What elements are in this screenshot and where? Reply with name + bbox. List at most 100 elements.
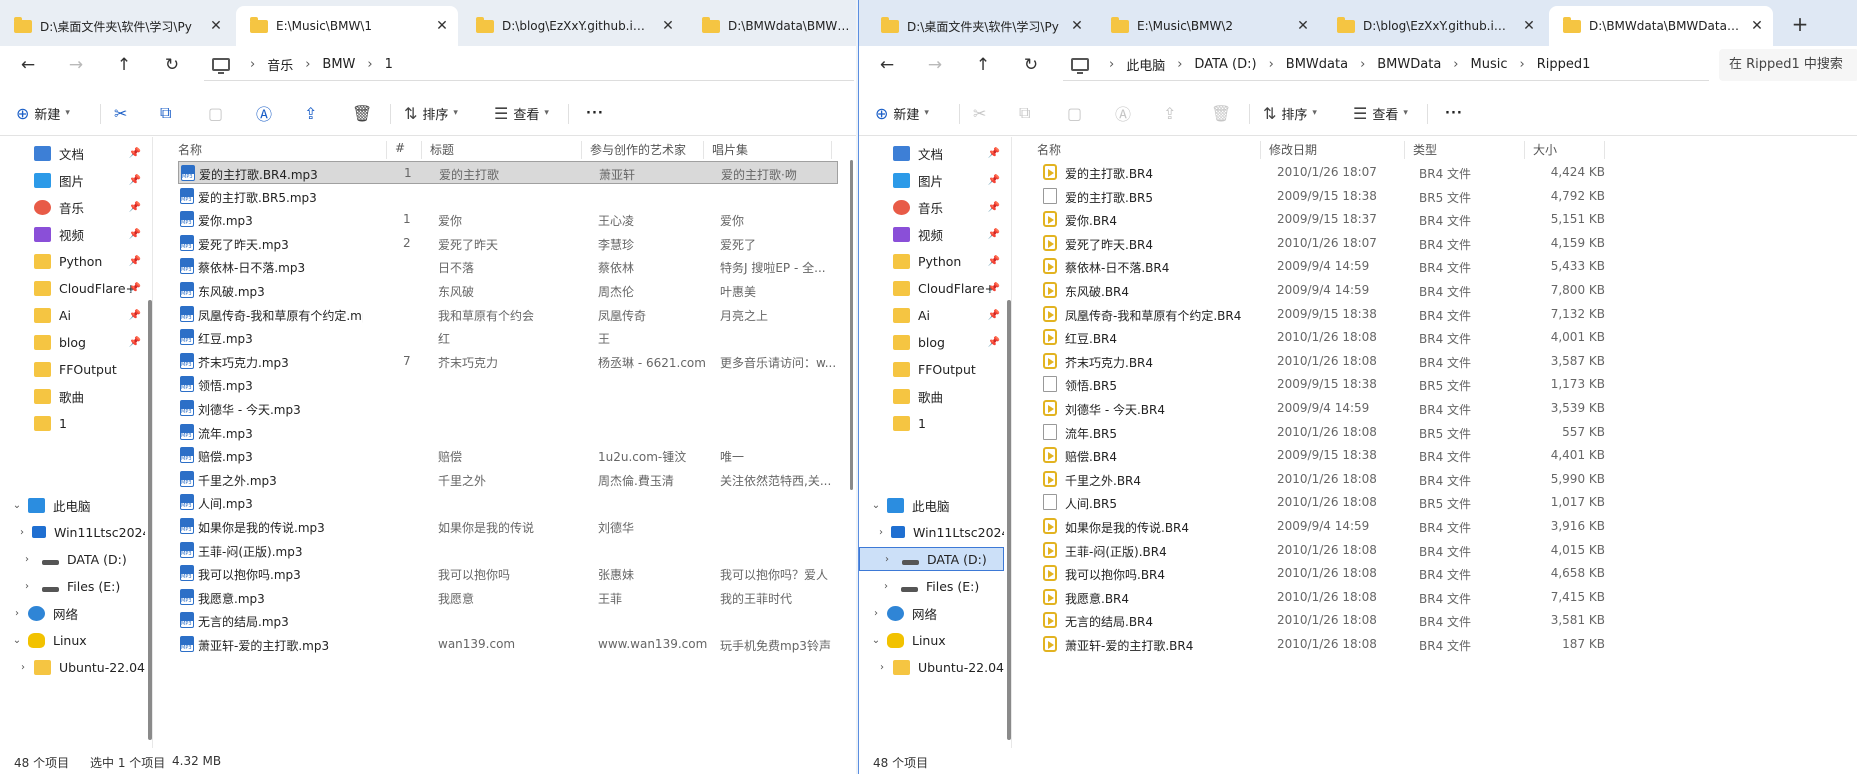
back-arrow-icon[interactable]: ← <box>873 52 901 78</box>
sidebar-item-pinned[interactable]: Python 📌 <box>859 249 1004 273</box>
table-row[interactable]: 流年.BR5 2010/1/26 18:08 BR5 文件 557 KB <box>1037 421 1850 444</box>
sidebar-item-pinned[interactable]: 图片 📌 <box>0 168 145 192</box>
pin-icon[interactable]: 📌 <box>129 283 141 294</box>
table-row[interactable]: 爱的主打歌.BR5 2009/9/15 18:38 BR5 文件 4,792 KB <box>1037 185 1850 208</box>
column-album[interactable]: 唱片集 <box>704 141 832 159</box>
pin-icon[interactable]: 📌 <box>988 256 1000 267</box>
table-row[interactable]: 东风破.mp3 东风破 周杰伦 叶惠美 <box>178 279 838 302</box>
pin-icon[interactable]: 📌 <box>988 202 1000 213</box>
column-number[interactable]: # <box>387 141 422 159</box>
sidebar-item-pinned[interactable]: 1 <box>0 411 145 435</box>
chevron-right-icon[interactable]: › <box>869 608 883 619</box>
breadcrumb-bmw[interactable]: BMW <box>322 57 355 72</box>
breadcrumb-bmwdata[interactable]: BMWdata <box>1286 57 1348 72</box>
breadcrumb-this-pc[interactable]: 此电脑 <box>1126 55 1165 74</box>
address-bar[interactable]: › 此电脑 › DATA (D:) › BMWdata › BMWData › … <box>1063 49 1709 81</box>
column-title[interactable]: 标题 <box>422 141 582 159</box>
pin-icon[interactable]: 📌 <box>129 310 141 321</box>
breadcrumb-1[interactable]: 1 <box>385 57 393 72</box>
sidebar-item-pinned[interactable]: 音乐 📌 <box>0 195 145 219</box>
table-row[interactable]: 刘德华 - 今天.BR4 2009/9/4 14:59 BR4 文件 3,539 KB <box>1037 397 1850 420</box>
chevron-down-icon[interactable]: ⌄ <box>869 635 883 646</box>
table-row[interactable]: 流年.mp3 <box>178 421 838 444</box>
new-button[interactable]: ⊕ 新建 ▾ <box>16 100 70 126</box>
breadcrumb-ripped1[interactable]: Ripped1 <box>1537 57 1591 72</box>
sidebar-item-pinned[interactable]: CloudFlare+ 📌 <box>0 276 145 300</box>
tab-bmwdata[interactable]: D:\BMWdata\BMWData\Mu ✕ <box>1549 6 1773 46</box>
sort-button[interactable]: ⇅ 排序 ▾ <box>404 100 458 126</box>
table-row[interactable]: 无言的结局.BR4 2010/1/26 18:08 BR4 文件 3,581 KB <box>1037 609 1850 632</box>
table-row[interactable]: 我可以抱你吗.BR4 2010/1/26 18:08 BR4 文件 4,658 KB <box>1037 562 1850 585</box>
share-button[interactable]: ⇪ <box>1163 100 1181 126</box>
refresh-icon[interactable]: ↻ <box>1017 52 1045 78</box>
column-size[interactable]: 大小 <box>1525 141 1605 159</box>
table-row[interactable]: 芥末巧克力.BR4 2010/1/26 18:08 BR4 文件 3,587 KB <box>1037 350 1850 373</box>
pin-icon[interactable]: 📌 <box>988 175 1000 186</box>
rename-button[interactable]: Ⓐ <box>1115 100 1136 126</box>
close-tab-icon[interactable]: ✕ <box>432 18 452 34</box>
pane-divider[interactable] <box>152 137 153 748</box>
up-arrow-icon[interactable]: ↑ <box>969 52 997 78</box>
table-row[interactable]: 王菲-闷(正版).mp3 <box>178 539 838 562</box>
pin-icon[interactable]: 📌 <box>129 337 141 348</box>
table-row[interactable]: 赔偿.mp3 赔偿 1u2u.com-锺汶 唯一 <box>178 444 838 467</box>
column-type[interactable]: 类型 <box>1405 141 1525 159</box>
chevron-right-icon[interactable]: › <box>879 527 883 538</box>
forward-arrow-icon[interactable]: → <box>62 52 90 78</box>
table-row[interactable]: 如果你是我的传说.BR4 2009/9/4 14:59 BR4 文件 3,916 KB <box>1037 515 1850 538</box>
sidebar-item-pinned[interactable]: blog 📌 <box>0 330 145 354</box>
sidebar-item-pinned[interactable]: Ai 📌 <box>859 303 1004 327</box>
table-row[interactable]: 领悟.mp3 <box>178 373 838 396</box>
chevron-right-icon[interactable]: › <box>20 581 34 592</box>
chevron-right-icon[interactable]: › <box>20 662 26 673</box>
table-row[interactable]: 千里之外.mp3 千里之外 周杰倫.費玉清 关注依然范特西,关... <box>178 468 838 491</box>
sidebar-item-pinned[interactable]: 图片 📌 <box>859 168 1004 192</box>
sidebar-item-pinned[interactable]: 文档 📌 <box>0 141 145 165</box>
chevron-right-icon[interactable]: › <box>879 662 885 673</box>
sidebar-item-pinned[interactable]: FFOutput <box>0 357 145 381</box>
table-row[interactable]: 爱你.BR4 2009/9/15 18:37 BR4 文件 5,151 KB <box>1037 208 1850 231</box>
tab-bmw-1[interactable]: E:\Music\BMW\1 ✕ <box>236 6 458 46</box>
sidebar-tree-item[interactable]: › DATA (D:) <box>0 547 145 571</box>
table-row[interactable]: 爱的主打歌.BR4.mp3 1 爱的主打歌 萧亚轩 爱的主打歌·吻 <box>178 161 838 184</box>
pin-icon[interactable]: 📌 <box>129 229 141 240</box>
sidebar-item-pinned[interactable]: 歌曲 <box>859 384 1004 408</box>
sidebar-tree-item[interactable]: › Win11Ltsc2024 <box>0 520 145 544</box>
tab-py[interactable]: D:\桌面文件夹\软件\学习\Py ✕ <box>867 6 1093 46</box>
close-tab-icon[interactable]: ✕ <box>1067 18 1087 34</box>
sidebar-tree-item[interactable]: ⌄ Linux <box>0 628 145 652</box>
breadcrumb-data-d[interactable]: DATA (D:) <box>1194 57 1256 72</box>
sidebar-tree-item[interactable]: › 网络 <box>0 601 145 625</box>
pin-icon[interactable]: 📌 <box>129 256 141 267</box>
pin-icon[interactable]: 📌 <box>129 202 141 213</box>
breadcrumb-music[interactable]: Music <box>1471 57 1508 72</box>
sidebar-tree-item[interactable]: › Files (E:) <box>859 574 1004 598</box>
new-button[interactable]: ⊕ 新建 ▾ <box>875 100 929 126</box>
sidebar-item-pinned[interactable]: 1 <box>859 411 1004 435</box>
sidebar-tree-item[interactable]: › Win11Ltsc2024 <box>859 520 1004 544</box>
close-tab-icon[interactable]: ✕ <box>1519 18 1539 34</box>
copy-button[interactable]: ⧉ <box>160 100 176 126</box>
table-row[interactable]: 东风破.BR4 2009/9/4 14:59 BR4 文件 7,800 KB <box>1037 279 1850 302</box>
sidebar-item-pinned[interactable]: Ai 📌 <box>0 303 145 327</box>
tab-blog[interactable]: D:\blog\EzXxY.github.io\blog ✕ <box>1323 6 1545 46</box>
address-bar[interactable]: › 音乐 › BMW › 1 <box>204 49 854 81</box>
table-row[interactable]: 我愿意.BR4 2010/1/26 18:08 BR4 文件 7,415 KB <box>1037 586 1850 609</box>
table-row[interactable]: 凤凰传奇-我和草原有个约定.BR4 2009/9/15 18:38 BR4 文件 7,… <box>1037 303 1850 326</box>
refresh-icon[interactable]: ↻ <box>158 52 186 78</box>
tab-blog[interactable]: D:\blog\EzXxY.github.io\blog ✕ <box>462 6 684 46</box>
chevron-down-icon[interactable]: ⌄ <box>10 635 24 646</box>
table-row[interactable]: 千里之外.BR4 2010/1/26 18:08 BR4 文件 5,990 KB <box>1037 468 1850 491</box>
column-artist[interactable]: 参与创作的艺术家 <box>582 141 704 159</box>
table-row[interactable]: 刘德华 - 今天.mp3 <box>178 397 838 420</box>
tab-py[interactable]: D:\桌面文件夹\软件\学习\Py ✕ <box>0 6 232 46</box>
more-options-button[interactable]: ··· <box>586 100 604 126</box>
new-tab-button[interactable]: + <box>1785 10 1815 40</box>
rename-button[interactable]: Ⓐ <box>256 100 277 126</box>
view-button[interactable]: ☰ 查看 ▾ <box>494 100 549 126</box>
cut-button[interactable]: ✂ <box>114 100 132 126</box>
table-row[interactable]: 我可以抱你吗.mp3 我可以抱你吗 张惠妹 我可以抱你吗？爱人 <box>178 562 838 585</box>
search-box[interactable]: 在 Ripped1 中搜索 <box>1719 49 1857 81</box>
table-row[interactable]: 蔡依林-日不落.BR4 2009/9/4 14:59 BR4 文件 5,433 KB <box>1037 255 1850 278</box>
sidebar-tree-item[interactable]: ⌄ 此电脑 <box>859 493 1004 517</box>
